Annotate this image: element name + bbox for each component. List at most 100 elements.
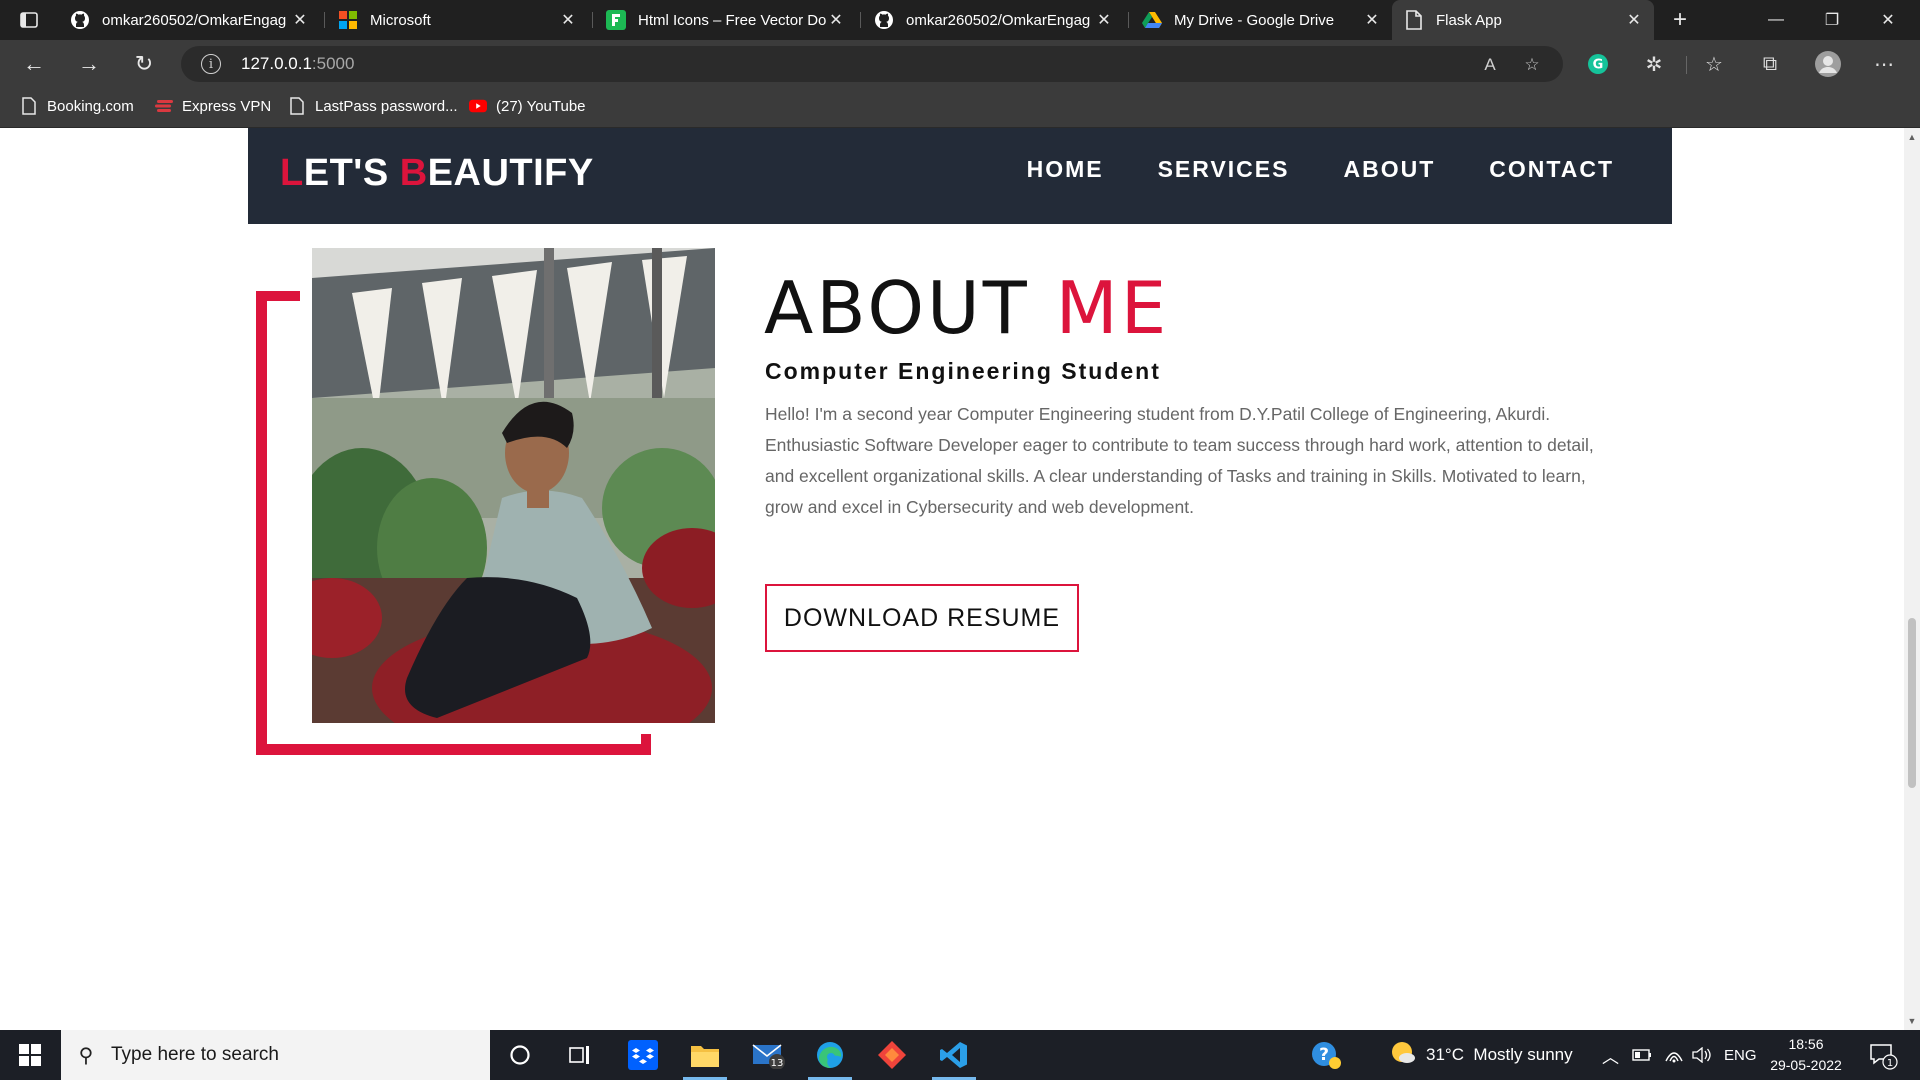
plus-icon: + bbox=[1672, 6, 1687, 33]
tab-google-drive[interactable]: My Drive - Google Drive ✕ bbox=[1130, 0, 1392, 40]
battery-icon[interactable] bbox=[1632, 1030, 1652, 1080]
wifi-icon[interactable] bbox=[1664, 1030, 1684, 1080]
photo-frame-bottom bbox=[256, 744, 651, 755]
tab-divider bbox=[860, 12, 861, 28]
bookmark-booking[interactable]: Booking.com bbox=[20, 88, 134, 124]
expressvpn-icon bbox=[155, 97, 173, 115]
tab-github-2[interactable]: omkar260502/OmkarEngag ✕ bbox=[862, 0, 1124, 40]
page-icon bbox=[288, 97, 306, 115]
extensions-icon[interactable]: ✲ bbox=[1640, 50, 1668, 78]
notification-icon: 1 bbox=[1870, 1044, 1898, 1070]
task-view-button[interactable] bbox=[550, 1030, 610, 1080]
clock[interactable]: 18:56 29-05-2022 bbox=[1764, 1034, 1848, 1076]
scroll-down-icon[interactable]: ▼ bbox=[1907, 1016, 1917, 1026]
profile-avatar-icon[interactable] bbox=[1814, 50, 1842, 78]
favorites-icon[interactable]: ☆ bbox=[1700, 50, 1728, 78]
show-hidden-icons-button[interactable]: ︿ bbox=[1602, 1030, 1619, 1080]
url-port: :5000 bbox=[311, 54, 355, 73]
mail-icon: 13 bbox=[752, 1044, 785, 1069]
tab-actions-icon bbox=[20, 12, 38, 28]
bookmark-lastpass[interactable]: LastPass password... bbox=[288, 88, 458, 124]
tab-flask-app[interactable]: Flask App ✕ bbox=[1392, 0, 1654, 40]
more-options-icon[interactable]: ⋯ bbox=[1870, 50, 1898, 78]
start-button[interactable] bbox=[0, 1030, 60, 1080]
about-paragraph: Hello! I'm a second year Computer Engine… bbox=[765, 404, 1594, 517]
info-icon[interactable]: i bbox=[201, 54, 221, 74]
edge-icon bbox=[817, 1042, 843, 1068]
new-tab-button[interactable]: + bbox=[1662, 0, 1698, 40]
arrow-right-icon: → bbox=[78, 51, 100, 76]
language-indicator[interactable]: ENG bbox=[1724, 1030, 1757, 1080]
collections-icon[interactable]: ⧉ bbox=[1756, 50, 1784, 78]
bookmark-expressvpn[interactable]: Express VPN bbox=[155, 88, 271, 124]
download-resume-button[interactable]: DOWNLOAD RESUME bbox=[765, 584, 1079, 652]
file-explorer-app[interactable] bbox=[675, 1030, 735, 1080]
cortana-icon bbox=[510, 1045, 530, 1065]
minimize-button[interactable]: — bbox=[1748, 0, 1804, 40]
svg-text:?: ? bbox=[1319, 1045, 1329, 1065]
grammarly-icon[interactable]: G bbox=[1584, 50, 1612, 78]
google-drive-icon bbox=[1142, 10, 1162, 30]
arrow-left-icon: ← bbox=[23, 51, 45, 76]
svg-text:G: G bbox=[1593, 58, 1604, 73]
weather-widget[interactable]: 31°C Mostly sunny bbox=[1390, 1030, 1573, 1080]
about-heading: ABOUT ME bbox=[764, 266, 1169, 350]
page-icon bbox=[20, 97, 38, 115]
nav-link-services[interactable]: SERVICES bbox=[1158, 156, 1290, 183]
tab-html-icons[interactable]: Html Icons – Free Vector Do ✕ bbox=[594, 0, 856, 40]
weather-text: 31°C Mostly sunny bbox=[1426, 1045, 1573, 1064]
scroll-up-icon[interactable]: ▲ bbox=[1907, 132, 1917, 142]
edge-app[interactable] bbox=[800, 1030, 860, 1080]
cortana-button[interactable] bbox=[490, 1030, 550, 1080]
close-icon[interactable]: ✕ bbox=[826, 10, 846, 30]
help-icon[interactable]: ? bbox=[1310, 1030, 1342, 1080]
read-aloud-icon[interactable]: A bbox=[1479, 54, 1501, 76]
anydesk-app[interactable] bbox=[862, 1030, 922, 1080]
vscode-icon bbox=[940, 1042, 967, 1068]
forward-button[interactable]: → bbox=[71, 46, 107, 82]
refresh-button[interactable]: ↻ bbox=[126, 46, 162, 82]
download-resume-label: DOWNLOAD RESUME bbox=[783, 603, 1061, 632]
notification-center-button[interactable]: 1 bbox=[1868, 1030, 1898, 1080]
about-subtitle: Computer Engineering Student bbox=[765, 358, 1161, 384]
github-icon bbox=[874, 10, 894, 30]
volume-icon[interactable] bbox=[1692, 1030, 1712, 1080]
tab-title: omkar260502/OmkarEngag bbox=[102, 11, 287, 29]
tab-microsoft[interactable]: Microsoft ✕ bbox=[326, 0, 588, 40]
bookmark-label: Express VPN bbox=[182, 97, 272, 115]
mail-app[interactable]: 13 bbox=[738, 1030, 798, 1080]
refresh-icon: ↻ bbox=[134, 51, 154, 76]
url-field[interactable]: i 127.0.0.1:5000 A ☆ bbox=[181, 46, 1563, 82]
bookmark-label: Booking.com bbox=[47, 97, 134, 115]
about-heading-main: ABOUT bbox=[764, 266, 1056, 350]
nav-link-contact[interactable]: CONTACT bbox=[1489, 156, 1614, 183]
freepik-icon bbox=[606, 10, 626, 30]
tab-title: omkar260502/OmkarEngag bbox=[906, 11, 1091, 29]
vscode-app[interactable] bbox=[924, 1030, 984, 1080]
bookmark-youtube[interactable]: (27) YouTube bbox=[469, 88, 586, 124]
tab-github-1[interactable]: omkar260502/OmkarEngag ✕ bbox=[58, 0, 320, 40]
site-logo[interactable]: LET'S BEAUTIFY bbox=[280, 152, 594, 195]
close-icon[interactable]: ✕ bbox=[1624, 10, 1644, 30]
restore-button[interactable]: ❐ bbox=[1804, 0, 1860, 40]
page-scrollbar[interactable]: ▲ ▼ bbox=[1904, 128, 1920, 1030]
mail-badge: 13 bbox=[771, 1058, 784, 1069]
nav-link-home[interactable]: HOME bbox=[1027, 156, 1104, 183]
back-button[interactable]: ← bbox=[16, 46, 52, 82]
logo-letter-b: B bbox=[399, 152, 428, 194]
page-icon bbox=[1404, 10, 1424, 30]
language-text: ENG bbox=[1724, 1046, 1757, 1064]
logo-part-1: ET'S bbox=[303, 152, 400, 194]
chevron-up-icon: ︿ bbox=[1602, 1047, 1619, 1067]
close-icon[interactable]: ✕ bbox=[1094, 10, 1114, 30]
close-icon[interactable]: ✕ bbox=[290, 10, 310, 30]
close-icon[interactable]: ✕ bbox=[558, 10, 578, 30]
dropbox-app[interactable] bbox=[613, 1030, 673, 1080]
nav-link-about[interactable]: ABOUT bbox=[1343, 156, 1435, 183]
close-icon[interactable]: ✕ bbox=[1362, 10, 1382, 30]
close-window-button[interactable]: ✕ bbox=[1860, 0, 1916, 40]
scrollbar-thumb[interactable] bbox=[1908, 618, 1916, 788]
tab-actions-button[interactable] bbox=[0, 0, 58, 40]
taskbar-search-input[interactable]: ⚲ Type here to search bbox=[61, 1030, 490, 1080]
favorite-star-icon[interactable]: ☆ bbox=[1521, 54, 1543, 76]
